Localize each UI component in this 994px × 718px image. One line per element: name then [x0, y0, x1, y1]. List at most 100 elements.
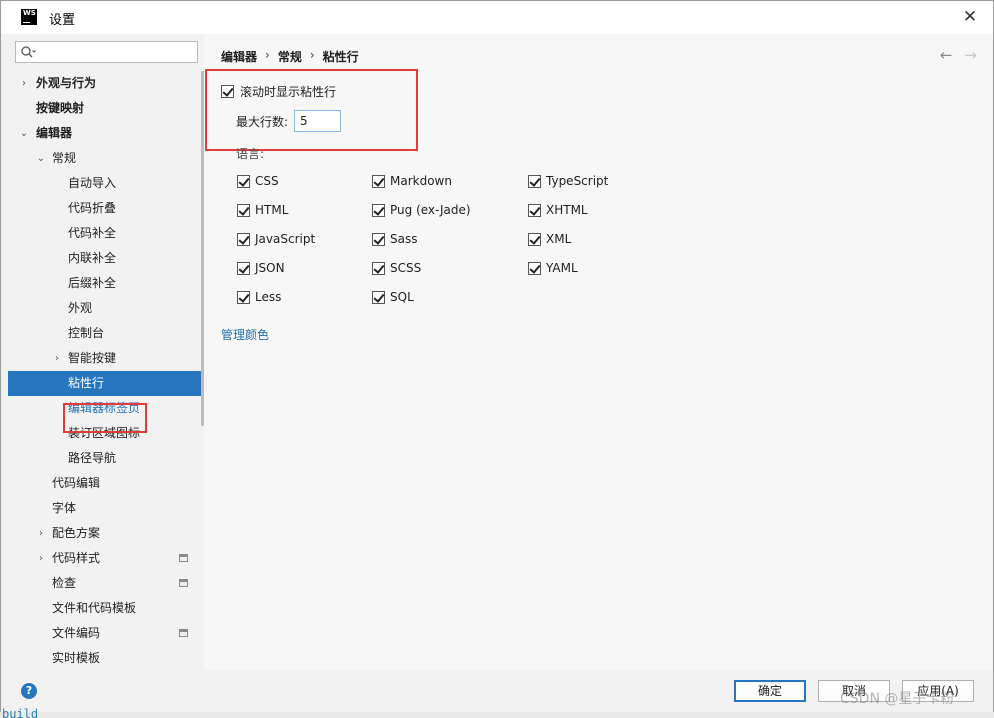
settings-tree: › 外观与行为 按键映射 ⌄ 编辑器 ⌄ 常规 自动导入 代码折叠 代码补全 内…: [8, 71, 204, 670]
sidebar-item-inspections[interactable]: 检查: [8, 571, 204, 596]
chevron-right-icon: ›: [22, 78, 26, 89]
language-option-sass[interactable]: Sass: [372, 231, 417, 247]
language-option-xhtml[interactable]: XHTML: [528, 202, 588, 218]
sidebar-item-label: 文件编码: [52, 626, 101, 640]
sidebar-item-editor[interactable]: ⌄ 编辑器: [8, 121, 204, 146]
breadcrumb-separator: ›: [309, 48, 315, 62]
sidebar-item-label: 常规: [52, 151, 77, 165]
sidebar-item-appearance-behavior[interactable]: › 外观与行为: [8, 71, 204, 96]
manage-colors-link[interactable]: 管理颜色: [221, 326, 269, 343]
language-option-html[interactable]: HTML: [237, 202, 288, 218]
project-settings-icon: [179, 554, 188, 562]
show-sticky-lines-option[interactable]: 滚动时显示粘性行: [221, 83, 336, 100]
sidebar-item-inline-completion[interactable]: 内联补全: [8, 246, 204, 271]
sidebar-item-sticky-lines[interactable]: 粘性行: [8, 371, 204, 396]
project-settings-icon: [179, 629, 188, 637]
language-option-yaml[interactable]: YAML: [528, 260, 578, 276]
language-checkbox[interactable]: [528, 232, 541, 246]
sidebar-item-label: 按键映射: [36, 101, 85, 115]
language-label: XHTML: [546, 203, 588, 217]
sidebar-item-code-editing[interactable]: 代码编辑: [8, 471, 204, 496]
language-checkbox[interactable]: [237, 232, 250, 246]
ok-button[interactable]: 确定: [734, 680, 806, 702]
language-option-xml[interactable]: XML: [528, 231, 571, 247]
language-option-typescript[interactable]: TypeScript: [528, 173, 608, 189]
language-checkbox[interactable]: [528, 261, 541, 275]
webstorm-app-icon: WS: [21, 9, 37, 25]
chevron-right-icon: ›: [55, 353, 59, 364]
sidebar-item-postfix-completion[interactable]: 后缀补全: [8, 271, 204, 296]
language-label: Less: [255, 290, 282, 304]
close-button[interactable]: ✕: [961, 8, 979, 26]
language-option-pug[interactable]: Pug (ex-Jade): [372, 202, 471, 218]
help-icon[interactable]: ?: [21, 683, 37, 699]
sidebar-item-code-folding[interactable]: 代码折叠: [8, 196, 204, 221]
language-option-css[interactable]: CSS: [237, 173, 279, 189]
sidebar-item-breadcrumbs[interactable]: 路径导航: [8, 446, 204, 471]
language-option-scss[interactable]: SCSS: [372, 260, 421, 276]
sidebar-item-appearance[interactable]: 外观: [8, 296, 204, 321]
breadcrumb-sticky-lines: 粘性行: [322, 50, 359, 64]
sidebar-item-general[interactable]: ⌄ 常规: [8, 146, 204, 171]
sidebar-item-keymap[interactable]: 按键映射: [8, 96, 204, 121]
sidebar-item-file-templates[interactable]: 文件和代码模板: [8, 596, 204, 621]
search-input[interactable]: [15, 41, 198, 63]
language-option-json[interactable]: JSON: [237, 260, 285, 276]
language-label: Markdown: [390, 174, 452, 188]
language-option-javascript[interactable]: JavaScript: [237, 231, 315, 247]
language-label: HTML: [255, 203, 289, 217]
sidebar-item-label: 外观: [68, 301, 93, 315]
sidebar-item-label: 编辑器: [36, 126, 73, 140]
sidebar-item-live-templates[interactable]: 实时模板: [8, 646, 204, 670]
sidebar-item-console[interactable]: 控制台: [8, 321, 204, 346]
language-checkbox[interactable]: [528, 203, 541, 217]
sidebar-item-file-encodings[interactable]: 文件编码: [8, 621, 204, 646]
background-editor-text: build: [2, 707, 39, 718]
language-checkbox[interactable]: [372, 232, 385, 246]
sidebar-item-label: 装订区域图标: [68, 426, 141, 440]
max-lines-input[interactable]: 5: [294, 110, 342, 132]
sidebar-item-color-scheme[interactable]: › 配色方案: [8, 521, 204, 546]
language-checkbox[interactable]: [372, 290, 385, 304]
cancel-button[interactable]: 取消: [818, 680, 890, 702]
breadcrumb-general[interactable]: 常规: [278, 48, 302, 65]
language-checkbox[interactable]: [237, 174, 250, 188]
sidebar-item-label: 代码样式: [52, 551, 101, 565]
language-checkbox[interactable]: [372, 203, 385, 217]
sidebar-item-label: 代码编辑: [52, 476, 101, 490]
sidebar-item-label: 文件和代码模板: [52, 601, 137, 615]
dialog-footer: ? 确定 取消 应用(A): [1, 670, 993, 712]
language-checkbox[interactable]: [372, 261, 385, 275]
apply-button[interactable]: 应用(A): [902, 680, 974, 702]
sidebar-item-code-completion[interactable]: 代码补全: [8, 221, 204, 246]
language-option-less[interactable]: Less: [237, 289, 281, 305]
language-option-markdown[interactable]: Markdown: [372, 173, 452, 189]
language-checkbox[interactable]: [237, 261, 250, 275]
sidebar-item-font[interactable]: 字体: [8, 496, 204, 521]
language-checkbox[interactable]: [528, 174, 541, 188]
language-label: Sass: [390, 232, 418, 246]
language-label: JavaScript: [255, 232, 316, 246]
back-arrow-icon[interactable]: ←: [940, 46, 953, 64]
language-checkbox[interactable]: [237, 290, 250, 304]
max-lines-label: 最大行数:: [236, 114, 289, 129]
chevron-down-icon: ⌄: [19, 128, 29, 139]
forward-arrow-icon[interactable]: →: [964, 46, 977, 64]
sidebar-item-code-style[interactable]: › 代码样式: [8, 546, 204, 571]
breadcrumb-editor[interactable]: 编辑器: [221, 48, 257, 65]
title-bar: WS 设置 ✕: [1, 1, 993, 34]
sidebar-item-gutter-icons[interactable]: 装订区域图标: [8, 421, 204, 446]
language-label: CSS: [255, 174, 279, 188]
language-label: SCSS: [390, 261, 422, 275]
sidebar-item-label: 配色方案: [52, 526, 101, 540]
sidebar-item-smart-keys[interactable]: › 智能按键: [8, 346, 204, 371]
languages-label: 语言:: [236, 147, 265, 161]
sidebar-item-editor-tabs[interactable]: 编辑器标签页: [8, 396, 204, 421]
language-checkbox[interactable]: [372, 174, 385, 188]
sidebar-item-auto-import[interactable]: 自动导入: [8, 171, 204, 196]
breadcrumb-separator: ›: [265, 48, 270, 62]
language-checkbox[interactable]: [237, 203, 250, 217]
language-option-sql[interactable]: SQL: [372, 289, 414, 305]
show-sticky-lines-checkbox[interactable]: [221, 85, 234, 98]
language-label: XML: [546, 232, 572, 246]
